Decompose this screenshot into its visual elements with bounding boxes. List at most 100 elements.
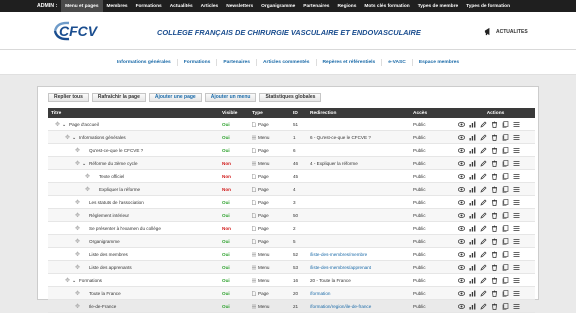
edit-icon[interactable] [480,199,487,206]
edit-icon[interactable] [480,264,487,271]
view-icon[interactable] [458,264,465,271]
drag-handle-icon[interactable]: ✥ [85,186,92,193]
admin-item-types-formation[interactable]: Types de formation [462,0,514,12]
stats-icon[interactable] [469,186,476,193]
table-row[interactable]: ✥ Liste des membres Oui Menu 52/liste-des-me… [48,247,535,261]
duplicate-icon[interactable] [502,211,509,219]
delete-icon[interactable] [491,134,498,141]
table-row[interactable]: ✥ Toute la France Oui Page 20/formation Publi… [48,286,535,300]
stats-icon[interactable] [469,134,476,141]
duplicate-icon[interactable] [502,172,509,180]
delete-icon[interactable] [491,147,498,154]
duplicate-icon[interactable] [502,263,509,271]
duplicate-icon[interactable] [502,159,509,167]
nav-espace-membres[interactable]: Espace membres [413,59,465,66]
delete-icon[interactable] [491,303,498,310]
view-icon[interactable] [458,212,465,219]
admin-item-types-membre[interactable]: Types de membre [414,0,462,12]
drag-handle-icon[interactable]: ✥ [85,173,92,180]
duplicate-icon[interactable] [502,120,509,128]
view-icon[interactable] [458,251,465,258]
nav-evasc[interactable]: e-VASC [382,58,413,66]
delete-icon[interactable] [491,251,498,258]
edit-icon[interactable] [480,277,487,284]
collapse-all-button[interactable]: Replier tous [48,92,89,102]
refresh-page-button[interactable]: Rafraîchir la page [91,92,146,102]
expand-toggle-icon[interactable]: ⌄ [72,278,79,284]
drag-handle-icon[interactable]: ✥ [75,264,82,271]
edit-icon[interactable] [480,251,487,258]
stats-icon[interactable] [469,251,476,258]
duplicate-icon[interactable] [502,237,509,245]
view-icon[interactable] [458,134,465,141]
table-row[interactable]: ✥ Les statuts de l'association Oui Page 3 Pub… [48,195,535,209]
row-visible[interactable]: Oui [222,135,230,140]
duplicate-icon[interactable] [502,185,509,193]
view-icon[interactable] [458,225,465,232]
duplicate-icon[interactable] [502,133,509,141]
edit-icon[interactable] [480,212,487,219]
table-row[interactable]: ✥ Règlement intérieur Oui Page 50 Public [48,208,535,222]
delete-icon[interactable] [491,277,498,284]
cfcv-logo[interactable]: CFCV [53,20,101,42]
row-visible[interactable]: Non [222,174,231,179]
delete-icon[interactable] [491,160,498,167]
admin-item-actualites[interactable]: Actualités [166,0,197,12]
nav-articles[interactable]: Articles commentés [257,58,317,66]
move-icon[interactable] [513,212,520,219]
edit-icon[interactable] [480,147,487,154]
row-visible[interactable]: Oui [222,265,230,270]
admin-item-newsletters[interactable]: Newsletters [222,0,257,12]
edit-icon[interactable] [480,121,487,128]
move-icon[interactable] [513,147,520,154]
nav-reperes[interactable]: Repères et référentiels [317,58,383,66]
stats-icon[interactable] [469,212,476,219]
move-icon[interactable] [513,303,520,310]
move-icon[interactable] [513,160,520,167]
view-icon[interactable] [458,277,465,284]
stats-icon[interactable] [469,303,476,310]
table-row[interactable]: ✥ ⌄ Page d'accueil Oui Page 51 Public [48,118,535,131]
expand-toggle-icon[interactable]: ⌄ [72,135,79,141]
drag-handle-icon[interactable]: ✥ [75,199,82,206]
move-icon[interactable] [513,134,520,141]
stats-icon[interactable] [469,264,476,271]
row-visible[interactable]: Oui [222,252,230,257]
delete-icon[interactable] [491,199,498,206]
row-visible[interactable]: Oui [222,148,230,153]
move-icon[interactable] [513,251,520,258]
drag-handle-icon[interactable]: ✥ [75,212,82,219]
drag-handle-icon[interactable]: ✥ [65,277,72,284]
stats-icon[interactable] [469,290,476,297]
expand-toggle-icon[interactable]: ⌄ [62,122,69,128]
view-icon[interactable] [458,238,465,245]
delete-icon[interactable] [491,238,498,245]
view-icon[interactable] [458,303,465,310]
drag-handle-icon[interactable]: ✥ [75,238,82,245]
row-visible[interactable]: Non [222,161,231,166]
table-row[interactable]: ✥ ⌄ Informations générales Oui Menu 1 6 - Qu'e… [48,130,535,144]
row-redirect[interactable]: /formation/region/ile-de-france [310,304,371,309]
admin-item-regions[interactable]: Regions [333,0,360,12]
view-icon[interactable] [458,147,465,154]
delete-icon[interactable] [491,186,498,193]
row-visible[interactable]: Non [222,226,231,231]
edit-icon[interactable] [480,290,487,297]
duplicate-icon[interactable] [502,276,509,284]
delete-icon[interactable] [491,212,498,219]
stats-icon[interactable] [469,277,476,284]
duplicate-icon[interactable] [502,224,509,232]
edit-icon[interactable] [480,225,487,232]
move-icon[interactable] [513,173,520,180]
row-visible[interactable]: Oui [222,213,230,218]
edit-icon[interactable] [480,303,487,310]
view-icon[interactable] [458,290,465,297]
stats-icon[interactable] [469,160,476,167]
admin-item-formations[interactable]: Formations [132,0,166,12]
table-row[interactable]: ✥ ⌄ Réforme du 3ème cycle Non Menu 46 4 - Expl… [48,156,535,170]
duplicate-icon[interactable] [502,289,509,297]
duplicate-icon[interactable] [502,146,509,154]
admin-item-organigramme[interactable]: Organigramme [257,0,299,12]
admin-item-membres[interactable]: Membres [103,0,132,12]
move-icon[interactable] [513,264,520,271]
